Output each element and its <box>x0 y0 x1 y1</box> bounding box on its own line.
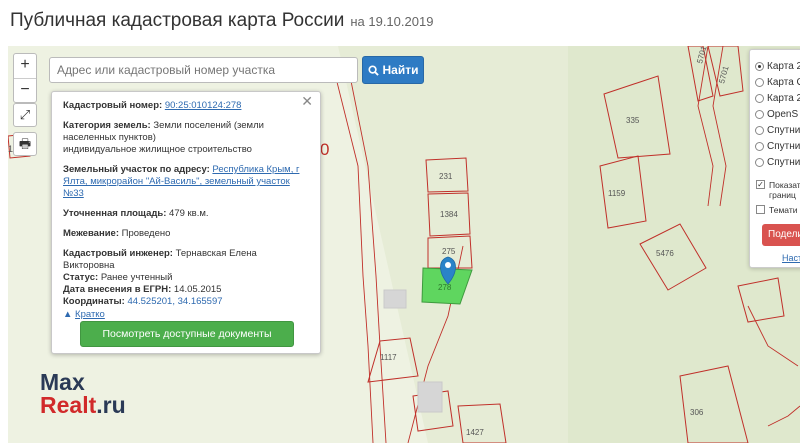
layer-option[interactable]: Спутни <box>755 123 800 137</box>
layers-panel: Карта 2 Карта G Карта 2 OpenS Спутни Спу… <box>749 49 800 268</box>
layer-option[interactable]: OpenS <box>755 107 798 121</box>
engineer-row: Кадастровый инженер: Тернавская Елена Ви… <box>63 248 309 272</box>
layer-option-label: Карта G <box>767 76 800 88</box>
radio-icon <box>755 93 764 103</box>
search-button-label: Найти <box>382 63 419 77</box>
radio-icon <box>755 77 764 87</box>
checkbox-label: Показат границ <box>769 180 800 200</box>
page-date: на 19.10.2019 <box>350 14 434 29</box>
layer-option-label: Спутни <box>767 156 800 168</box>
expand-arrows-icon: ⤢ <box>19 107 31 122</box>
radio-icon <box>755 109 764 119</box>
layer-option-label: OpenS <box>767 108 799 120</box>
parcel-label: 1117 <box>380 353 397 362</box>
layer-option-label: Спутни <box>767 124 800 136</box>
close-icon[interactable]: ✕ <box>301 94 313 108</box>
status-row: Статус: Ранее учтенный <box>63 272 309 284</box>
parcel-label: 1384 <box>440 210 458 219</box>
field-label: Дата внесения в ЕГРН: <box>63 284 172 295</box>
cadastral-number-row: Кадастровый номер: 90:25:010124:278 <box>63 100 309 112</box>
printer-icon: 🖶 <box>18 136 32 151</box>
watermark-realt-line: Realt.ru <box>40 394 126 417</box>
cadastral-number-link[interactable]: 90:25:010124:278 <box>165 100 242 111</box>
field-value: индивидуальное жилищное строительство <box>63 144 252 155</box>
field-label: Координаты: <box>63 296 125 307</box>
parcel-label: 231 <box>439 172 453 181</box>
radio-icon <box>755 125 764 135</box>
radio-selected-icon <box>755 61 764 71</box>
parcel-label: 0 <box>320 140 329 159</box>
building <box>383 289 407 309</box>
checkbox-label: Темати <box>769 205 798 215</box>
area-row: Уточненная площадь: 479 кв.м. <box>63 208 309 220</box>
field-label: Категория земель: <box>63 120 151 131</box>
field-label: Кадастровый инженер: <box>63 248 173 259</box>
zoom-in-button[interactable]: + <box>14 54 36 78</box>
category-row: Категория земель: Земли поселений (земли… <box>63 120 309 144</box>
print-button[interactable]: 🖶 <box>13 132 37 156</box>
checkbox-icon <box>756 205 765 214</box>
field-label: Уточненная площадь: <box>63 208 167 219</box>
brief-link-label: Кратко <box>75 309 105 320</box>
field-label: Межевание: <box>63 228 119 239</box>
checkbox-checked-icon: ✓ <box>756 180 765 189</box>
watermark-realt: Realt <box>40 392 97 418</box>
view-documents-button[interactable]: Посмотреть доступные документы <box>80 321 294 347</box>
coords-row: Координаты: 44.525201, 34.165597 <box>63 296 309 308</box>
search-icon <box>367 64 379 76</box>
field-value: 479 кв.м. <box>169 208 209 219</box>
measure-button[interactable]: ⤢ <box>13 103 37 127</box>
field-label: Земельный участок по адресу: <box>63 164 210 175</box>
search-input[interactable] <box>49 57 358 83</box>
field-label: Кадастровый номер: <box>63 100 163 111</box>
radio-icon <box>755 141 764 151</box>
zoom-out-button[interactable]: − <box>14 78 36 102</box>
caret-up-icon: ▲ <box>63 309 73 320</box>
parcel-label: 335 <box>626 116 640 125</box>
building <box>417 381 443 413</box>
share-button[interactable]: Подели <box>762 224 800 246</box>
egrn-row: Дата внесения в ЕГРН: 14.05.2015 <box>63 284 309 296</box>
search-button[interactable]: Найти <box>362 56 424 84</box>
page-title: Публичная кадастровая карта России на 19.… <box>10 10 433 32</box>
layer-option[interactable]: Карта 2 <box>755 91 800 105</box>
watermark-max: Max <box>40 369 85 395</box>
field-value: Ранее учтенный <box>100 272 173 283</box>
layer-option-label: Карта 2 <box>767 92 800 104</box>
radio-icon <box>755 157 764 167</box>
watermark-logo: Max Realt.ru <box>40 371 126 417</box>
layer-option[interactable]: Карта 2 <box>755 59 800 73</box>
field-value: 14.05.2015 <box>173 284 222 295</box>
parcel-label: 5476 <box>656 249 674 258</box>
parcel-label: 275 <box>442 247 456 256</box>
zoom-control: + − <box>13 53 37 103</box>
brief-toggle-link[interactable]: ▲ Кратко <box>63 309 309 321</box>
parcel-info-popup: ✕ Кадастровый номер: 90:25:010124:278 Ка… <box>51 91 321 354</box>
page-title-text: Публичная кадастровая карта России <box>10 10 345 31</box>
settings-link[interactable]: Наст <box>782 253 800 263</box>
parcel-label: 1427 <box>466 428 484 437</box>
layer-option-label: Спутни <box>767 140 800 152</box>
parcel-label: 278 <box>438 283 452 292</box>
layer-option[interactable]: Карта G <box>755 75 800 89</box>
watermark-ru: ru <box>102 392 126 418</box>
page-header: Публичная кадастровая карта России на 19.… <box>0 0 800 46</box>
survey-row: Межевание: Проведено <box>63 228 309 240</box>
field-value: Проведено <box>121 228 171 239</box>
field-label: Статус: <box>63 272 99 283</box>
show-boundaries-checkbox[interactable]: ✓ Показат границ <box>756 180 800 200</box>
layer-option[interactable]: Спутни <box>755 139 800 153</box>
layer-option-label: Карта 2 <box>767 60 800 72</box>
layer-option[interactable]: Спутни <box>755 155 800 169</box>
address-row: Земельный участок по адресу: Республика … <box>63 164 309 200</box>
parcel-label: 306 <box>690 408 704 417</box>
usage-row: индивидуальное жилищное строительство <box>63 144 309 156</box>
thematic-checkbox[interactable]: Темати <box>756 205 797 215</box>
parcel-label: 1159 <box>608 189 626 198</box>
coords-value: 44.525201, 34.165597 <box>127 296 223 307</box>
